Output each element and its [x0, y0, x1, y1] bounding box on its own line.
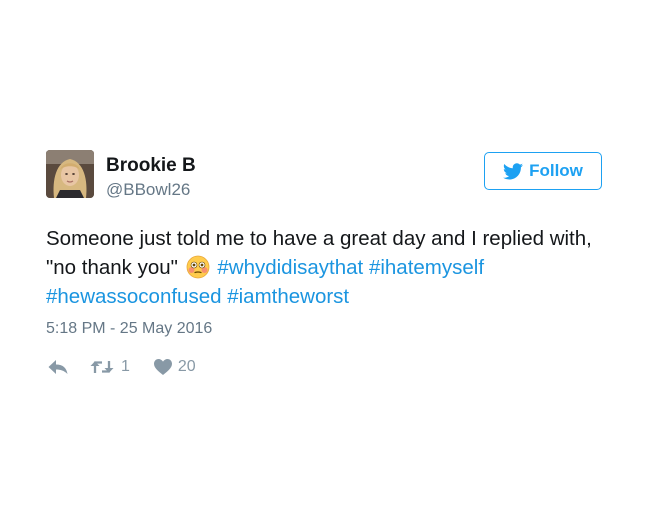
- like-count: 20: [177, 358, 196, 375]
- tweet-timestamp[interactable]: 5:18 PM - 25 May 2016: [46, 320, 606, 338]
- follow-button[interactable]: Follow: [484, 152, 602, 190]
- tweet-card: Brookie B @BBowl26 Follow Someone just t…: [46, 150, 606, 378]
- avatar[interactable]: [46, 150, 94, 198]
- hashtag-link[interactable]: #ihatemyself: [369, 256, 484, 279]
- user-info: Brookie B @BBowl26: [106, 155, 196, 201]
- tweet-text: Someone just told me to have a great day…: [46, 224, 616, 311]
- hashtag-link[interactable]: #hewassoconfused: [46, 285, 222, 308]
- reply-arrow-icon: [48, 359, 68, 375]
- user-handle[interactable]: @BBowl26: [106, 179, 196, 201]
- retweet-count: 1: [121, 358, 130, 375]
- flushed-face-emoji-icon: [186, 255, 210, 279]
- like-button[interactable]: 20: [153, 358, 196, 376]
- follow-label: Follow: [529, 161, 583, 180]
- twitter-bird-icon: [503, 162, 524, 180]
- retweet-icon: [90, 359, 114, 375]
- hashtag-link[interactable]: #iamtheworst: [227, 285, 349, 308]
- retweet-button[interactable]: 1: [90, 358, 130, 376]
- heart-icon: [153, 359, 172, 375]
- reply-button[interactable]: [48, 359, 68, 375]
- tweet-actions: 1 20: [46, 356, 606, 378]
- display-name[interactable]: Brookie B: [106, 155, 196, 177]
- hashtag-link[interactable]: #whydidisaythat: [217, 256, 363, 279]
- tweet-header: Brookie B @BBowl26 Follow: [46, 150, 606, 202]
